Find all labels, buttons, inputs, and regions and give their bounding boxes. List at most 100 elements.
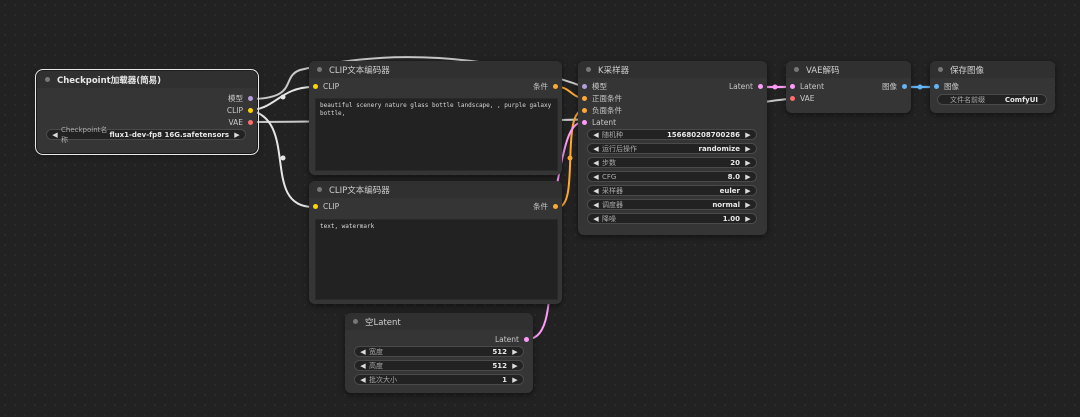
collapse-dot-icon[interactable]: [45, 77, 50, 82]
conditioning-slot-icon[interactable]: [553, 84, 558, 89]
image-slot-icon[interactable]: [934, 84, 939, 89]
latent-slot-icon[interactable]: [524, 337, 529, 342]
arrow-right-icon[interactable]: ▶: [744, 159, 752, 167]
arrow-right-icon[interactable]: ▶: [744, 145, 752, 153]
clip-neg-title[interactable]: CLIP文本编码器: [309, 181, 562, 198]
model-slot-icon[interactable]: [582, 84, 587, 89]
slot-label: 正面条件: [592, 94, 622, 103]
arrow-left-icon[interactable]: ◀: [592, 215, 600, 223]
arrow-right-icon[interactable]: ▶: [233, 131, 241, 139]
scheduler-widget[interactable]: ◀ 调度器 normal ▶: [587, 199, 757, 210]
input-clip[interactable]: CLIP: [313, 81, 339, 92]
clip-slot-icon[interactable]: [313, 204, 318, 209]
output-latent[interactable]: Latent: [495, 334, 529, 345]
input-image[interactable]: 图像: [934, 81, 959, 92]
prompt-textarea[interactable]: beautiful scenery nature glass bottle la…: [315, 98, 558, 171]
vae-slot-icon[interactable]: [248, 120, 253, 125]
filename-prefix-widget[interactable]: 文件名前缀 ComfyUI: [937, 94, 1047, 105]
cfg-widget[interactable]: ◀ CFG 8.0 ▶: [587, 171, 757, 182]
collapse-dot-icon[interactable]: [317, 67, 322, 72]
vae-slot-icon[interactable]: [790, 96, 795, 101]
conditioning-slot-icon[interactable]: [582, 108, 587, 113]
arrow-left-icon[interactable]: ◀: [359, 376, 367, 384]
arrow-right-icon[interactable]: ▶: [744, 215, 752, 223]
checkpoint-loader-title[interactable]: Checkpoint加载器(简易): [37, 71, 257, 88]
arrow-left-icon[interactable]: ◀: [359, 362, 367, 370]
input-vae[interactable]: VAE: [790, 93, 815, 104]
prompt-textarea[interactable]: text, watermark: [315, 219, 558, 300]
output-vae[interactable]: VAE: [228, 117, 253, 128]
input-clip[interactable]: CLIP: [313, 201, 339, 212]
arrow-right-icon[interactable]: ▶: [511, 376, 519, 384]
width-widget[interactable]: ◀ 宽度 512 ▶: [354, 346, 524, 357]
conditioning-slot-icon[interactable]: [553, 204, 558, 209]
clip-text-encode-positive-node[interactable]: CLIP文本编码器 CLIP 条件 beautiful scenery natu…: [309, 61, 562, 175]
arrow-right-icon[interactable]: ▶: [744, 173, 752, 181]
arrow-left-icon[interactable]: ◀: [359, 348, 367, 356]
conditioning-slot-icon[interactable]: [582, 96, 587, 101]
output-conditioning[interactable]: 条件: [533, 201, 558, 212]
output-conditioning[interactable]: 条件: [533, 81, 558, 92]
checkpoint-loader-node[interactable]: Checkpoint加载器(简易) 模型 CLIP VAE ◀ Checkpoi…: [35, 69, 259, 155]
clip-slot-icon[interactable]: [248, 108, 253, 113]
input-model[interactable]: 模型: [582, 81, 607, 92]
control-after-generate-widget[interactable]: ◀ 运行后操作 randomize ▶: [587, 143, 757, 154]
checkpoint-name-widget[interactable]: ◀ Checkpoint名称 flux1-dev-fp8 16G.safeten…: [46, 126, 246, 144]
latent-slot-icon[interactable]: [758, 84, 763, 89]
widget-value: euler: [719, 186, 740, 195]
seed-widget[interactable]: ◀ 随机种 156680208700286 ▶: [587, 129, 757, 140]
collapse-dot-icon[interactable]: [317, 187, 322, 192]
denoise-widget[interactable]: ◀ 降噪 1.00 ▶: [587, 213, 757, 224]
vae-decode-title[interactable]: VAE解码: [786, 61, 911, 78]
latent-slot-icon[interactable]: [582, 120, 587, 125]
output-clip[interactable]: CLIP: [227, 105, 253, 116]
output-image[interactable]: 图像: [882, 81, 907, 92]
widget-value: 1: [502, 375, 507, 384]
arrow-right-icon[interactable]: ▶: [744, 187, 752, 195]
collapse-dot-icon[interactable]: [353, 319, 358, 324]
arrow-left-icon[interactable]: ◀: [592, 173, 600, 181]
input-latent[interactable]: Latent: [790, 81, 824, 92]
slot-label: Latent: [592, 118, 617, 127]
ksampler-node[interactable]: K采样器 模型 Latent 正面条件 负面条件 Latent ◀ 随机种 15…: [578, 61, 767, 235]
output-model[interactable]: 模型: [228, 93, 253, 104]
sampler-widget[interactable]: ◀ 采样器 euler ▶: [587, 185, 757, 196]
save-image-title[interactable]: 保存图像: [930, 61, 1055, 78]
arrow-left-icon[interactable]: ◀: [592, 159, 600, 167]
ksampler-title[interactable]: K采样器: [578, 61, 767, 78]
empty-latent-title[interactable]: 空Latent: [345, 313, 533, 330]
clip-text-encode-negative-node[interactable]: CLIP文本编码器 CLIP 条件 text, watermark: [309, 181, 562, 304]
output-latent[interactable]: Latent: [729, 81, 763, 92]
clip-pos-title[interactable]: CLIP文本编码器: [309, 61, 562, 78]
empty-latent-node[interactable]: 空Latent Latent ◀ 宽度 512 ▶ ◀ 高度 512 ▶ ◀ 批…: [345, 313, 533, 393]
slot-label: 模型: [592, 82, 607, 91]
widget-label: Checkpoint名称: [61, 125, 108, 144]
input-positive[interactable]: 正面条件: [582, 93, 622, 104]
latent-slot-icon[interactable]: [790, 84, 795, 89]
arrow-right-icon[interactable]: ▶: [744, 131, 752, 139]
image-slot-icon[interactable]: [902, 84, 907, 89]
slot-label: VAE: [800, 94, 815, 103]
save-image-node[interactable]: 保存图像 图像 文件名前缀 ComfyUI: [930, 61, 1055, 113]
height-widget[interactable]: ◀ 高度 512 ▶: [354, 360, 524, 371]
arrow-left-icon[interactable]: ◀: [592, 201, 600, 209]
collapse-dot-icon[interactable]: [586, 67, 591, 72]
vae-decode-node[interactable]: VAE解码 Latent 图像 VAE: [786, 61, 911, 113]
arrow-left-icon[interactable]: ◀: [51, 131, 59, 139]
batch-size-widget[interactable]: ◀ 批次大小 1 ▶: [354, 374, 524, 385]
clip-slot-icon[interactable]: [313, 84, 318, 89]
model-slot-icon[interactable]: [248, 96, 253, 101]
arrow-right-icon[interactable]: ▶: [511, 362, 519, 370]
arrow-left-icon[interactable]: ◀: [592, 131, 600, 139]
arrow-left-icon[interactable]: ◀: [592, 187, 600, 195]
collapse-dot-icon[interactable]: [938, 67, 943, 72]
steps-widget[interactable]: ◀ 步数 20 ▶: [587, 157, 757, 168]
arrow-left-icon[interactable]: ◀: [592, 145, 600, 153]
arrow-right-icon[interactable]: ▶: [744, 201, 752, 209]
input-negative[interactable]: 负面条件: [582, 105, 622, 116]
input-latent[interactable]: Latent: [582, 117, 616, 128]
widget-label: 批次大小: [369, 375, 397, 384]
slot-label: VAE: [228, 118, 243, 127]
collapse-dot-icon[interactable]: [794, 67, 799, 72]
arrow-right-icon[interactable]: ▶: [511, 348, 519, 356]
